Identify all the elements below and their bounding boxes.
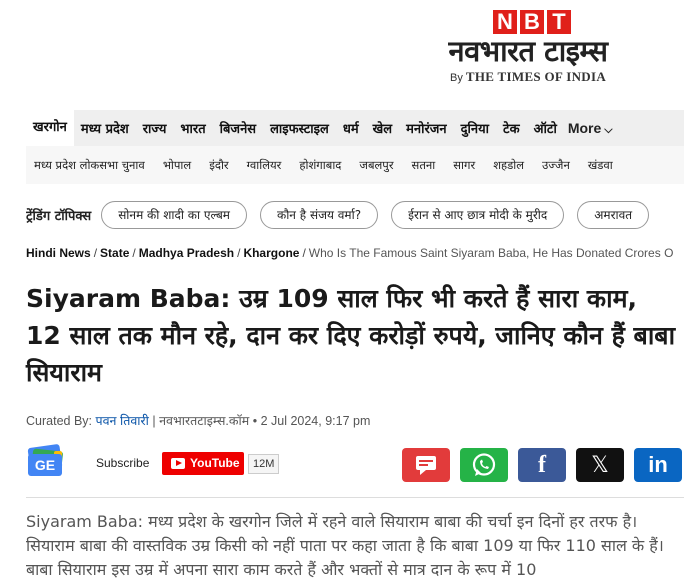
nav-more-button[interactable]: More ⌵ [568,120,613,137]
nav-item-duniya[interactable]: दुनिया [454,119,496,137]
nav-item-khargone[interactable]: खरगोन [26,110,74,146]
breadcrumb-separator: / [93,246,98,260]
logo-nbt-letters: N B T [441,10,623,34]
youtube-icon [171,458,185,469]
nav-item-dharm[interactable]: धर्म [336,119,366,137]
trending-topics: ट्रेंडिंग टॉपिक्स सोनम की शादी का एल्बम … [26,200,684,230]
nav-item-business[interactable]: बिजनेस [213,119,263,137]
nav-item-auto[interactable]: ऑटो [527,119,564,137]
nav-item-madhya-pradesh[interactable]: मध्य प्रदेश [74,119,136,137]
author-link[interactable]: पवन तिवारी [96,414,149,428]
trending-pill[interactable]: ईरान से आए छात्र मोदी के मुरीद [391,201,565,229]
nav-item-bharat[interactable]: भारत [173,119,212,137]
publish-date: 2 Jul 2024, 9:17 pm [260,414,371,428]
logo-by: By [449,72,463,84]
subnav-item[interactable]: मध्य प्रदेश लोकसभा चुनाव [26,158,154,173]
subscribe-label: Subscribe [96,456,150,470]
breadcrumb: Hindi News / State / Madhya Pradesh / Khargone… [26,246,684,260]
logo-tagline: By THE TIMES OF INDIA [433,69,623,85]
article-body: Siyaram Baba: मध्य प्रदेश के खरगोन जिले … [26,512,664,579]
subnav-item[interactable]: जबलपुर [350,158,402,173]
subnav-item[interactable]: इंदौर [200,158,237,173]
subnav-item[interactable]: सागर [444,158,484,173]
nav-item-lifestyle[interactable]: लाइफस्टाइल [263,119,336,137]
linkedin-share-button[interactable]: in [634,448,682,482]
whatsapp-icon [472,453,496,476]
subnav-item[interactable]: ग्वालियर [238,158,291,173]
nav-item-manoranjan[interactable]: मनोरंजन [399,119,454,137]
breadcrumb-link[interactable]: Khargone [243,246,299,260]
byline-dot: • [252,414,261,428]
subnav-item[interactable]: उज्जैन [533,158,579,173]
trending-pill[interactable]: अमरावत [577,201,650,229]
nav-more-label: More [567,119,602,136]
chevron-down-icon: ⌵ [604,123,613,136]
trending-pill[interactable]: सोनम की शादी का एल्बम [101,201,247,229]
youtube-subscribe-button[interactable]: YouTube [162,452,244,475]
site-logo[interactable]: N B T नवभारत टाइम्स By THE TIMES OF INDI… [433,10,623,85]
breadcrumb-separator: / [237,246,241,260]
nav-item-rajya[interactable]: राज्य [136,119,174,137]
google-news-icon-label: GE [28,454,62,476]
primary-nav: खरगोन मध्य प्रदेश राज्य भारत बिजनेस लाइफ… [26,110,684,146]
trending-pill[interactable]: कौन है संजय वर्मा? [259,201,379,229]
byline-source: नवभारतटाइम्स.कॉम [159,414,250,428]
subnav-item[interactable]: होशंगाबाद [290,158,350,173]
youtube-subscriber-count: 12M [248,454,280,474]
logo-hindi-name: नवभारत टाइम्स [448,34,609,68]
breadcrumb-current: Who Is The Famous Saint Siyaram Baba, He… [308,246,674,260]
subnav-item[interactable]: खंडवा [579,158,622,173]
breadcrumb-separator: / [302,246,306,260]
nav-item-tech[interactable]: टेक [496,119,527,137]
logo-times: THE TIMES OF INDIA [465,69,607,84]
x-share-button[interactable]: 𝕏 [576,448,624,482]
social-row: GE Subscribe YouTube 12M f 𝕏 in [26,443,684,482]
secondary-nav: मध्य प्रदेश लोकसभा चुनाव भोपाल इंदौर ग्व… [26,146,684,184]
subnav-item[interactable]: शहडोल [484,158,533,173]
trending-label: ट्रेंडिंग टॉपिक्स [26,209,92,224]
comment-button[interactable] [402,448,450,482]
facebook-share-button[interactable]: f [518,448,566,482]
whatsapp-share-button[interactable] [460,448,508,482]
article-byline: Curated By: पवन तिवारी | नवभारतटाइम्स.कॉ… [26,412,370,429]
x-icon: 𝕏 [591,452,609,477]
comment-icon [416,456,436,475]
logo-letter: N [493,10,517,34]
logo-letter: T [547,10,571,34]
subnav-item[interactable]: सतना [403,158,445,173]
breadcrumb-link[interactable]: State [100,246,129,260]
nav-item-khel[interactable]: खेल [366,119,399,137]
article-headline: Siyaram Baba: उम्र 109 साल फिर भी करते ह… [26,284,676,387]
breadcrumb-separator: / [132,246,136,260]
linkedin-icon: in [648,452,668,477]
breadcrumb-link[interactable]: Hindi News [26,246,91,260]
logo-letter: B [520,10,544,34]
youtube-label: YouTube [190,456,240,470]
facebook-icon: f [538,451,546,478]
divider [26,497,684,498]
google-news-button[interactable]: GE [26,443,66,480]
subnav-item[interactable]: भोपाल [154,158,200,173]
curated-label: Curated By: [26,414,93,428]
breadcrumb-link[interactable]: Madhya Pradesh [139,246,234,260]
